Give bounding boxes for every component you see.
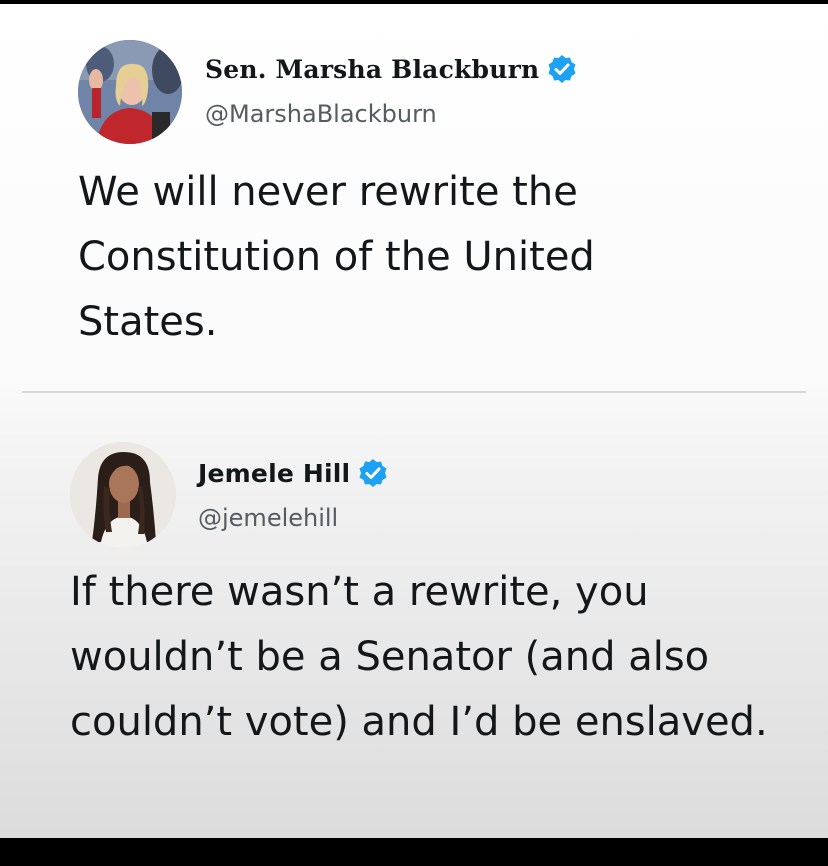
bottom-bar [0, 838, 828, 866]
verified-badge-icon [358, 458, 388, 488]
handle[interactable]: @MarshaBlackburn [205, 100, 437, 128]
screenshot-frame: Sen. Marsha Blackburn @MarshaBlackburn W… [0, 4, 828, 838]
display-name[interactable]: Sen. Marsha Blackburn [205, 55, 539, 84]
tweet-card[interactable]: Jemele Hill @jemelehill If there wasn’t … [0, 404, 828, 838]
avatar[interactable] [70, 442, 176, 548]
divider [22, 391, 806, 393]
tweet-card[interactable]: Sen. Marsha Blackburn @MarshaBlackburn W… [0, 4, 828, 390]
handle[interactable]: @jemelehill [198, 504, 338, 532]
tweet-text: If there wasn’t a rewrite, you wouldn’t … [70, 569, 768, 745]
author-name-row: Jemele Hill [198, 458, 388, 488]
verified-badge-icon [547, 54, 577, 84]
display-name[interactable]: Jemele Hill [198, 459, 350, 488]
tweet-text: We will never rewrite the Constitution o… [78, 169, 595, 345]
avatar[interactable] [78, 40, 182, 144]
author-name-row: Sen. Marsha Blackburn [205, 54, 577, 84]
